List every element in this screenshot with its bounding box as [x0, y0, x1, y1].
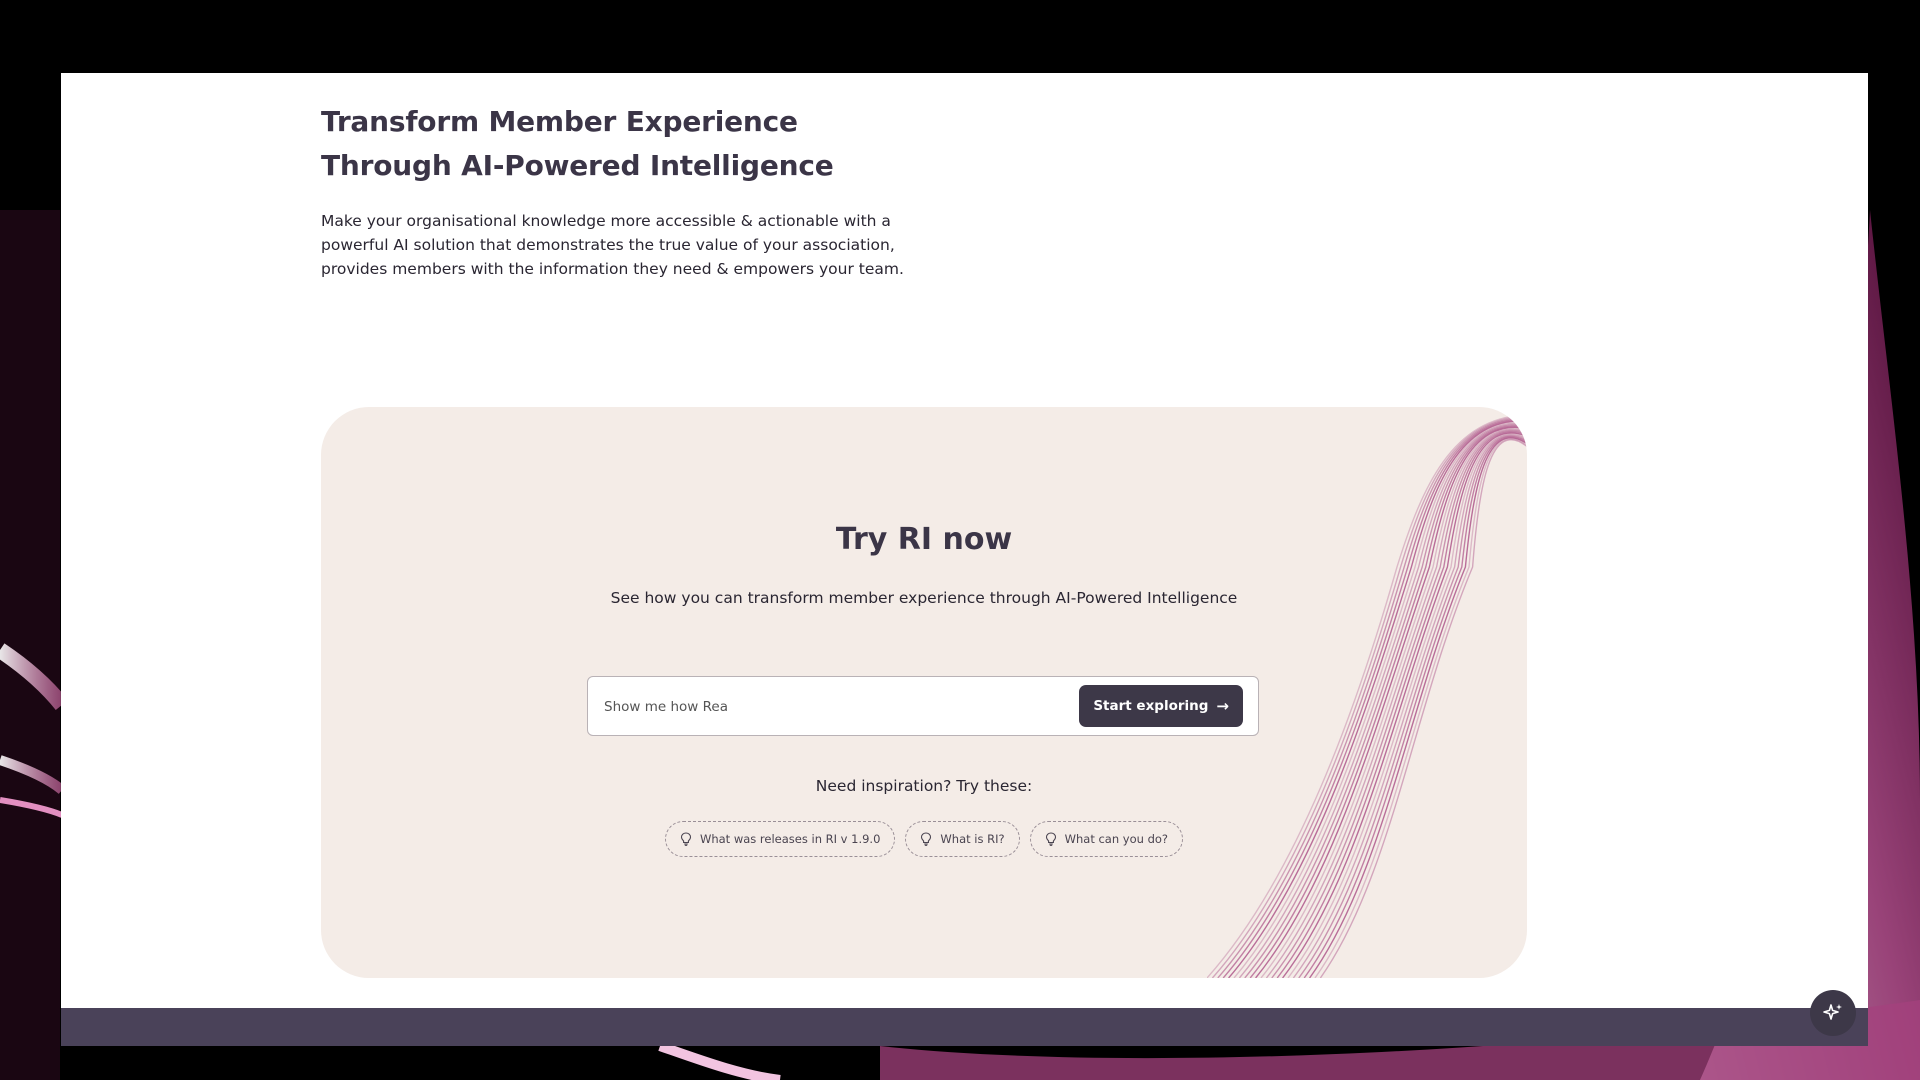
try-section-subtitle: See how you can transform member experie… [610, 589, 1238, 607]
suggestion-chip-label: What was releases in RI v 1.9.0 [699, 832, 881, 846]
suggestion-chip[interactable]: What can you do? [1029, 821, 1184, 857]
suggestion-chips: What was releases in RI v 1.9.0 What is … [321, 821, 1527, 857]
start-exploring-label: Start exploring [1093, 698, 1209, 714]
footer-bar [61, 1008, 1868, 1046]
suggestion-chip[interactable]: What was releases in RI v 1.9.0 [664, 821, 896, 857]
suggestion-chip[interactable]: What is RI? [905, 821, 1020, 857]
inspiration-label: Need inspiration? Try these: [815, 777, 1033, 795]
try-section-title: Try RI now [835, 522, 1013, 557]
hero-title-line-2: Through AI-Powered Intelligence [321, 149, 834, 182]
browser-page: Transform Member Experience Through AI-P… [61, 73, 1868, 1046]
hero-title-line-1: Transform Member Experience [321, 105, 798, 138]
lightbulb-icon [921, 832, 932, 846]
lightbulb-icon [680, 832, 692, 846]
sparkle-icon [1823, 1004, 1842, 1020]
search-input[interactable] [602, 677, 1086, 737]
search-box: Start exploring → [587, 676, 1259, 737]
hero-title: Transform Member Experience Through AI-P… [321, 100, 1021, 188]
arrow-right-icon: → [1216, 697, 1229, 715]
start-exploring-button[interactable]: Start exploring → [1079, 685, 1243, 727]
suggestion-chip-label: What can you do? [1064, 832, 1169, 846]
suggestion-chip-label: What is RI? [940, 832, 1005, 846]
try-ri-card: Try RI now See how you can transform mem… [321, 407, 1527, 978]
assistant-button[interactable] [1810, 990, 1856, 1036]
hero-description: Make your organisational knowledge more … [321, 212, 904, 278]
lightbulb-icon [1045, 832, 1056, 846]
